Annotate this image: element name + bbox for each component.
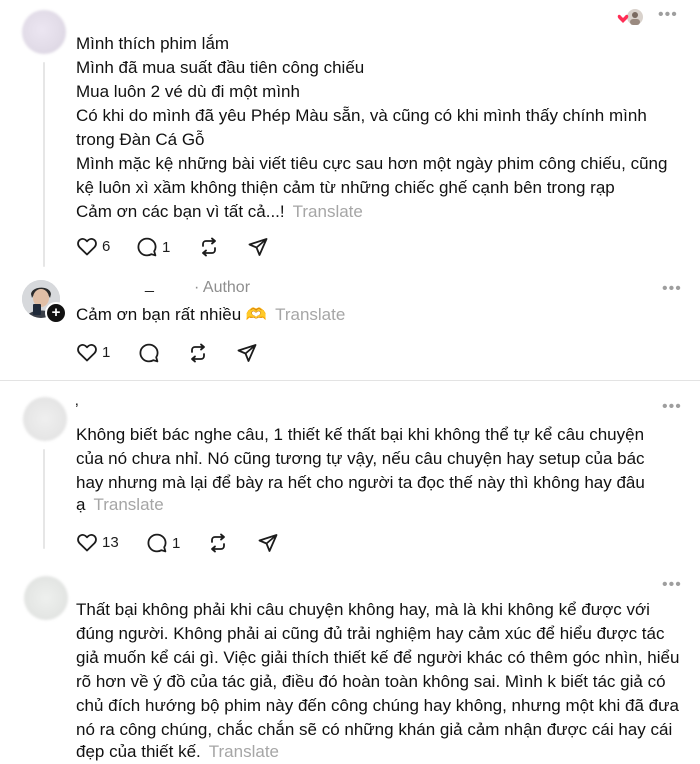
- reply-button[interactable]: [139, 343, 159, 363]
- repost-button[interactable]: [188, 343, 208, 363]
- translate-link[interactable]: Translate: [293, 202, 363, 221]
- post-text-line: Không biết bác nghe câu, 1 thiết kế thất…: [76, 425, 645, 444]
- author-label: · Author: [194, 279, 251, 296]
- reply-text-line: giả muốn kể cái gì. Việc giải thích thiế…: [76, 648, 680, 667]
- share-button[interactable]: [237, 343, 257, 363]
- reply-count: 1: [162, 238, 171, 256]
- repost-button[interactable]: [199, 237, 219, 257]
- repost-icon: [202, 237, 216, 257]
- reply-text: Cảm ơn bạn rất nhiều 🫶: [76, 305, 268, 324]
- heart-icon: [77, 344, 97, 362]
- more-options-icon[interactable]: •••: [662, 399, 682, 415]
- like-count: 13: [102, 534, 119, 551]
- avatar[interactable]: [22, 10, 66, 54]
- send-icon: [237, 344, 257, 362]
- translate-link[interactable]: Translate: [275, 305, 345, 324]
- post-text-line: Mình mặc kệ những bài viết tiêu cực sau …: [76, 154, 668, 173]
- translate-link[interactable]: Translate: [209, 742, 279, 761]
- share-button[interactable]: [248, 237, 268, 257]
- post-text-line: ạ Translate: [76, 493, 164, 517]
- reply-text-line: Thất bại không phải khi câu chuyện không…: [76, 600, 650, 619]
- reply-text: đẹp của thiết kế.: [76, 742, 201, 761]
- share-button[interactable]: [258, 533, 278, 553]
- reply-text-line: đẹp của thiết kế. Translate: [76, 740, 279, 764]
- like-count: 6: [102, 238, 111, 255]
- post-text-line: của nó chưa nhỉ. Nó cũng tương tự vậy, n…: [76, 449, 645, 468]
- reply-button[interactable]: 1: [147, 533, 180, 553]
- post-text: Cảm ơn các bạn vì tất cả...!: [76, 202, 285, 221]
- like-button[interactable]: 13: [77, 533, 119, 552]
- like-button[interactable]: 1: [77, 343, 110, 362]
- post-text-line: Mình thích phim lắm: [76, 34, 230, 53]
- comment-icon: [147, 533, 167, 553]
- reply-text-line: rõ hơn về ý đồ của tác giả, điều đó hoàn…: [76, 672, 666, 691]
- heart-icon: [77, 238, 97, 256]
- post-text-line: kệ luôn xì xầm không thiện cảm từ những …: [76, 178, 615, 197]
- reply-text-line: đúng người. Không phải ai cũng đủ trải n…: [76, 624, 665, 643]
- username[interactable]: ‚: [75, 392, 79, 410]
- heart-icon: [77, 534, 97, 552]
- like-count: 1: [102, 344, 111, 361]
- post-text: ạ: [76, 495, 86, 514]
- follow-plus-icon[interactable]: +: [45, 302, 67, 324]
- send-icon: [258, 534, 278, 552]
- like-button[interactable]: 6: [77, 237, 110, 256]
- avatar[interactable]: [24, 576, 68, 620]
- post-text-line: hay nhưng mà lại để bày ra hết cho người…: [76, 473, 645, 492]
- post-text-line: trong Đàn Cá Gỗ: [76, 130, 205, 149]
- send-icon: [248, 238, 268, 256]
- reply-count: 1: [172, 534, 181, 552]
- comment-icon: [137, 237, 157, 257]
- more-options-icon[interactable]: •••: [662, 281, 682, 297]
- repost-button[interactable]: [208, 533, 228, 553]
- translate-link[interactable]: Translate: [93, 495, 163, 514]
- reply-text-line: chủ đích hướng bộ phim này đến công chún…: [76, 696, 679, 715]
- liked-by-indicator[interactable]: [617, 8, 643, 28]
- reply-text-line: Cảm ơn bạn rất nhiều 🫶 Translate: [76, 303, 345, 327]
- post-text-line: Cảm ơn các bạn vì tất cả...! Translate: [76, 200, 363, 224]
- thread-line: [43, 449, 45, 549]
- post-text-line: Có khi do mình đã yêu Phép Màu sẵn, và c…: [76, 106, 647, 125]
- thread-divider: [0, 380, 700, 381]
- repost-icon: [191, 343, 205, 363]
- avatar[interactable]: [23, 397, 67, 441]
- reply-button[interactable]: 1: [137, 237, 170, 257]
- reply-text-line: nó ra công chúng, chắc chắn sẽ có những …: [76, 720, 673, 739]
- more-options-icon[interactable]: •••: [662, 577, 682, 593]
- author-username[interactable]: _: [145, 276, 154, 294]
- repost-icon: [211, 533, 225, 553]
- thread-line: [43, 62, 45, 267]
- more-options-icon[interactable]: •••: [658, 7, 678, 23]
- post-text-line: Mua luôn 2 vé dù đi một mình: [76, 82, 300, 101]
- post-text-line: Mình đã mua suất đầu tiên công chiếu: [76, 58, 365, 77]
- comment-icon: [139, 343, 159, 363]
